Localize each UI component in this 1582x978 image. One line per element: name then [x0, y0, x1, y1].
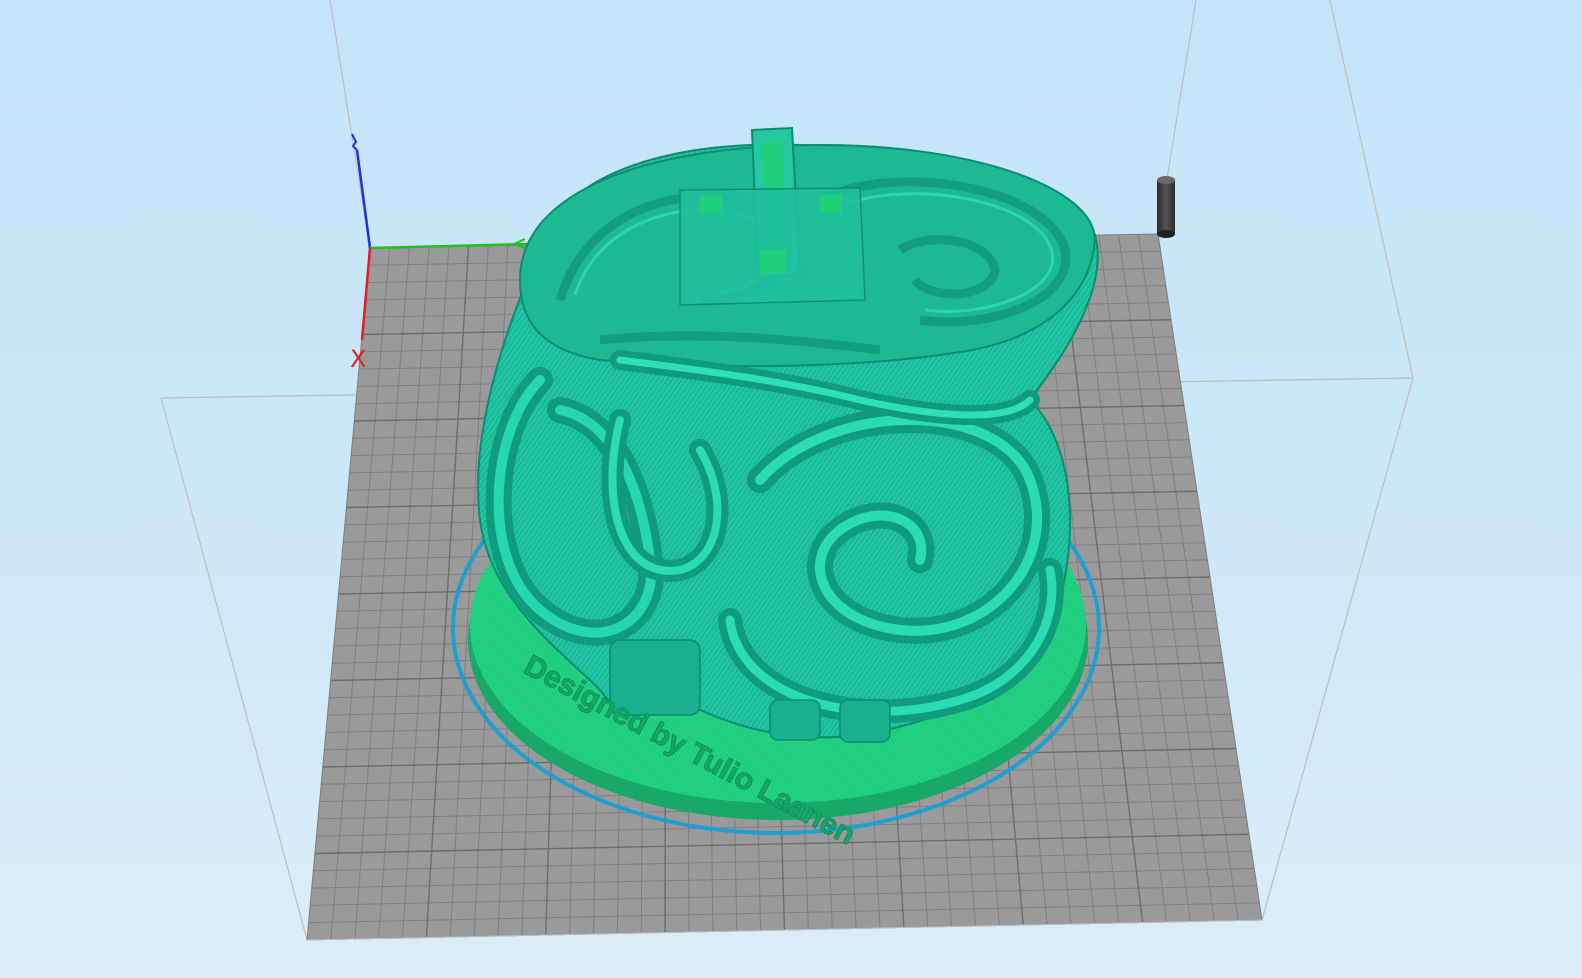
scene-svg[interactable]: X Designed by Tulio Laanen — [0, 0, 1582, 978]
z-axis-line — [355, 149, 372, 249]
x-axis-label: X — [350, 345, 366, 373]
3d-viewport[interactable]: X Designed by Tulio Laanen — [0, 0, 1582, 978]
prime-tower[interactable] — [1157, 176, 1175, 238]
model-body[interactable] — [477, 126, 1099, 743]
